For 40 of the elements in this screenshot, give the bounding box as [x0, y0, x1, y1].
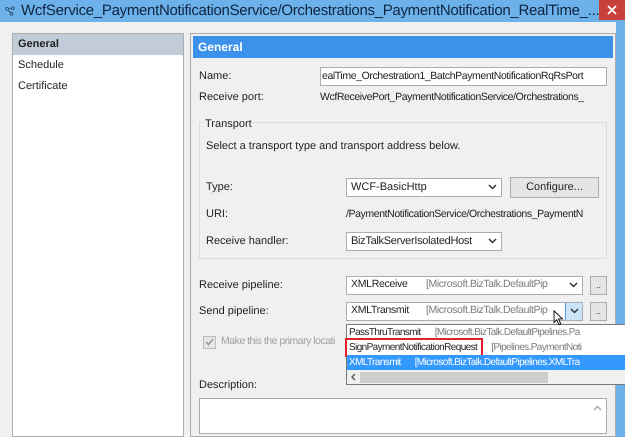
nav-item[interactable]: Schedule — [13, 55, 183, 76]
checkbox-label: Make this the primary locati — [221, 334, 335, 350]
field-label: Receive handler: — [206, 234, 290, 249]
field-label: Name: — [199, 69, 232, 84]
uri-value: /PaymentNotificationService/Orchestrations_PaymentN — [346, 206, 583, 222]
scroll-up-icon — [593, 404, 602, 410]
chevron-down-icon — [570, 308, 578, 314]
chevron-down-icon — [488, 184, 497, 190]
scroll-left-icon — [351, 373, 356, 381]
dropdown-option[interactable]: SignPaymentNotificationRequest [Pipelines.PaymentNoti — [347, 340, 625, 355]
section-header: General — [193, 36, 613, 58]
browse-button[interactable]: .. — [590, 302, 607, 320]
scrollbar-thumb[interactable] — [360, 372, 548, 382]
field-label: Receive port: — [199, 90, 265, 106]
chevron-down-icon — [569, 282, 578, 288]
group-title: Transport — [204, 116, 253, 132]
nav-item[interactable]: Certificate — [13, 76, 183, 97]
handler-dropdown[interactable]: BizTalkServerIsolatedHost — [346, 232, 502, 250]
dropdown-option[interactable]: PassThruTransmit [Microsoft.BizTalk.DefaultPipelines.Pa — [347, 325, 625, 340]
field-label: URI: — [206, 207, 229, 222]
type-dropdown[interactable]: WCF-BasicHttp — [346, 178, 502, 196]
field-label: Receive pipeline: — [199, 278, 284, 293]
pipeline-dropdown[interactable]: XMLTransmit [Microsoft.BizTalk.DefaultPip — [346, 302, 583, 320]
name-field[interactable]: ealTime_Orchestration1_BatchPaymentNotificationRqRsPort — [320, 67, 607, 86]
instruction-text: Select a transport type and transport address below. — [206, 138, 462, 154]
check-icon — [205, 338, 214, 346]
browse-button[interactable]: .. — [590, 276, 607, 294]
window-title: WcfService_PaymentNotificationService/Orchestrations_PaymentNotification_RealTime_... — [20, 0, 600, 21]
nav-item[interactable]: General — [13, 34, 183, 55]
chevron-down-icon — [488, 238, 497, 244]
field-label: Send pipeline: — [199, 304, 270, 319]
close-icon — [607, 5, 618, 15]
close-button[interactable] — [599, 0, 625, 20]
configure-button[interactable]: Configure... — [510, 176, 599, 198]
field-value: WcfReceivePort_PaymentNotificationService/Orchestrations_ — [320, 90, 584, 105]
field-label: Type: — [206, 180, 234, 195]
ports-icon — [5, 4, 15, 18]
description-field[interactable] — [199, 398, 607, 434]
pipeline-dropdown[interactable]: XMLReceive [Microsoft.BizTalk.DefaultPip — [346, 276, 583, 294]
description-label: Description: — [199, 378, 258, 393]
